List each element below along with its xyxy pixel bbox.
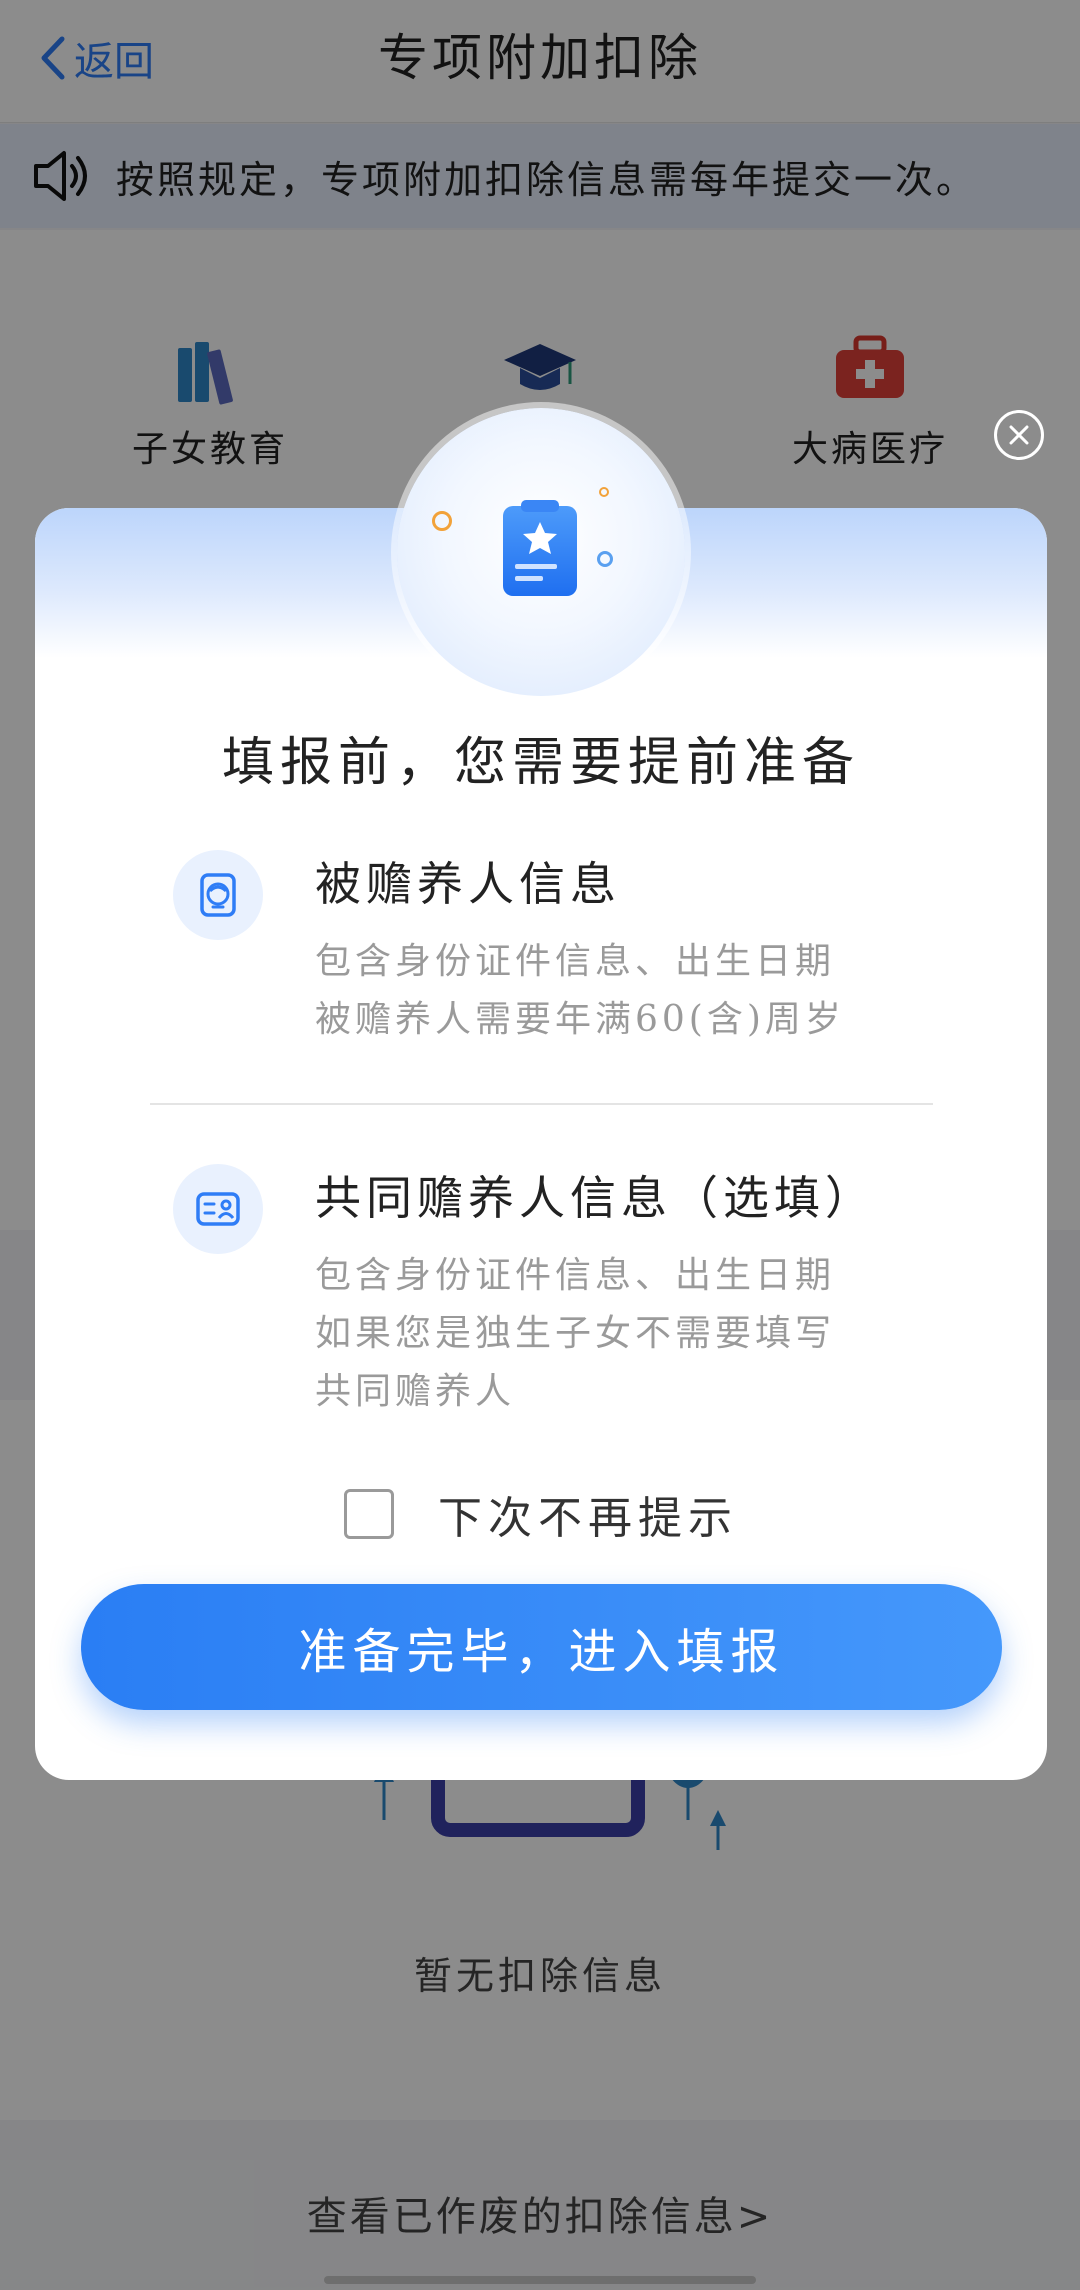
item-title: 共同赡养人信息（选填）	[315, 1171, 876, 1225]
close-icon	[1009, 425, 1029, 445]
dont-remind-label: 下次不再提示	[438, 1493, 738, 1544]
dont-remind-checkbox[interactable]	[344, 1489, 394, 1539]
dont-remind-row[interactable]: 下次不再提示	[35, 1486, 1047, 1544]
co-supporter-icon-wrap	[173, 1164, 263, 1254]
item-detail: 包含身份证件信息、出生日期	[315, 1255, 836, 1296]
prepare-dialog: 填报前，您需要提前准备 被赡养人信息 包含身份证件信息、出生日期 被赡养人需要年…	[35, 408, 1047, 1780]
id-card-icon	[196, 1192, 240, 1226]
dialog-title: 填报前，您需要提前准备	[221, 733, 860, 793]
clipboard-star-icon	[503, 500, 577, 596]
screen: 返回 专项附加扣除 按照规定，专项附加扣除信息需每年提交一次。 子女教育 大病医…	[0, 0, 1080, 2290]
item-detail: 共同赡养人	[315, 1371, 516, 1412]
item-detail: 被赡养人需要年满60(含)周岁	[315, 999, 845, 1040]
item-detail: 如果您是独生子女不需要填写	[315, 1313, 836, 1354]
elderly-person-card-icon	[200, 873, 236, 917]
decor-circle	[597, 551, 613, 567]
decor-circle	[599, 487, 609, 497]
item-detail: 包含身份证件信息、出生日期	[315, 941, 836, 982]
item-title: 被赡养人信息	[315, 857, 621, 911]
close-button[interactable]	[994, 410, 1044, 460]
decor-circle	[432, 511, 452, 531]
confirm-button[interactable]: 准备完毕，进入填报	[81, 1584, 1002, 1710]
dialog-badge	[397, 408, 685, 696]
divider	[150, 1103, 933, 1105]
dependent-icon-wrap	[173, 850, 263, 940]
